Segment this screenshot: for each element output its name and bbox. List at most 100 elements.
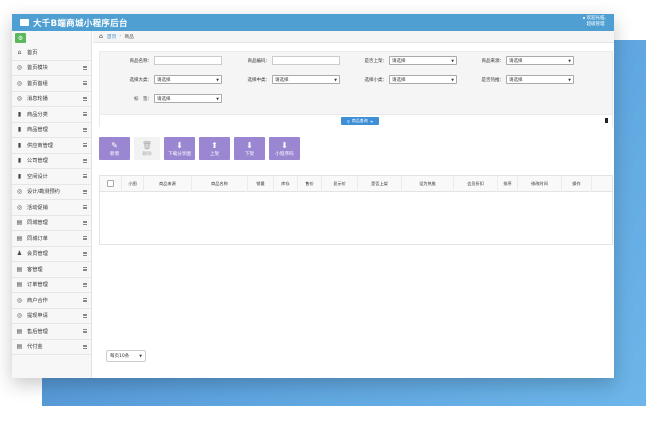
sidebar-item[interactable]: ▮ 空间设计	[12, 169, 91, 185]
action-icon: ✎	[111, 140, 118, 150]
menu-icon: ◎	[16, 312, 23, 320]
action-button[interactable]: ⬇ 小程序码	[269, 137, 300, 160]
action-button[interactable]: ⬆ 上架	[199, 137, 230, 160]
action-button[interactable]: 🗑 删除	[134, 137, 160, 160]
sidebar-item[interactable]: ▤ 同城管理	[12, 216, 91, 231]
sidebar-item[interactable]: ▤ 同城订单	[12, 231, 91, 247]
sidebar-item-label: 供应商管理	[27, 142, 53, 149]
action-button[interactable]: ⬇ 下载分享图	[164, 137, 195, 160]
sidebar-item-label: 客管理	[27, 266, 43, 273]
hot-label: 是否热推：	[481, 77, 505, 83]
sidebar-item-label: 商品分类	[27, 111, 48, 118]
menu-icon: ◎	[16, 79, 23, 87]
sidebar-item-label: 活动促销	[27, 204, 48, 211]
sidebar-item[interactable]: ◎ 消息轮播	[12, 92, 91, 107]
sidebar-item[interactable]: ▤ 代付金	[12, 340, 91, 355]
sidebar-item-label: 首页模块	[27, 65, 48, 72]
bullet-icon	[582, 16, 585, 19]
user-info[interactable]: 欢迎光临, 超级管理	[582, 16, 606, 28]
column-header[interactable]: 小图	[122, 175, 144, 192]
product-code-input[interactable]	[272, 56, 340, 65]
onsale-label: 是否上架：	[364, 58, 388, 64]
column-header[interactable]: 商品来源	[144, 175, 192, 192]
product-name-input[interactable]	[154, 56, 222, 65]
sidebar-item[interactable]: ♟ 会员管理	[12, 247, 91, 262]
cat-big-label: 选择大类：	[129, 77, 153, 83]
sidebar-item-label: 空间设计	[27, 173, 48, 180]
home-icon[interactable]: ⌂	[99, 33, 103, 40]
column-header[interactable]: 修改时间	[518, 175, 562, 192]
select-all-cell	[100, 175, 122, 192]
sidebar-toggle[interactable]: ⚙	[12, 31, 91, 45]
sidebar-item[interactable]: ▤ 客管理	[12, 262, 91, 278]
sidebar: ⚙ ⌂ 首页 ◎ 首页模块 ◎ 首页首组 ◎ 消息轮播 ▮ 商品分类 ▮ 商品管理 ▮ 供应商管理 ▮ 公司管…	[12, 31, 92, 378]
sidebar-item-label: 订单管理	[27, 282, 48, 289]
sidebar-item[interactable]: ◎ 活动促销	[12, 200, 91, 216]
hamburger-icon	[83, 329, 87, 333]
tag-select[interactable]: 请选择 ▼	[154, 94, 222, 103]
onsale-select[interactable]: 请选择 ▼	[389, 56, 457, 65]
product-table: 小图 商品来源 商品名称 销量 库存 售价 显示价 是否上架 设为热推 会员折扣 排序 修改时间 操作 …	[99, 175, 613, 362]
hamburger-icon	[83, 81, 87, 85]
sidebar-item[interactable]: ◎ 提现申请	[12, 309, 91, 324]
chevron-down-icon: ▼	[216, 96, 219, 101]
field-cat-big: 选择大类： 请选择 ▼	[120, 75, 222, 84]
column-header[interactable]: 显示价	[322, 175, 358, 192]
page-size-select[interactable]: 每页10条 ▼	[106, 350, 146, 362]
sidebar-item[interactable]: ⌂ 首页	[12, 45, 91, 61]
sidebar-item[interactable]: ◎ 商户合作	[12, 293, 91, 309]
cat-mid-select[interactable]: 请选择 ▼	[272, 75, 340, 84]
select-all-checkbox[interactable]	[107, 180, 114, 187]
stage: 大千B端商城小程序后台 欢迎光临, 超级管理 ⚙ ⌂ 首页 ◎ 首页模块 ◎ 首页首组 ◎ 消…	[0, 0, 664, 437]
menu-icon: ◎	[16, 64, 23, 72]
menu-icon: ▤	[16, 234, 23, 242]
sidebar-item[interactable]: ▤ 售后管理	[12, 324, 91, 340]
source-select[interactable]: 请选择 ▼	[506, 56, 574, 65]
field-hot: 是否热推： 请选择 ▼	[472, 75, 574, 84]
sidebar-item-label: 商品管理	[27, 127, 48, 134]
column-header[interactable]: 库存	[274, 175, 298, 192]
sidebar-item-label: 首页首组	[27, 80, 48, 87]
sidebar-item-label: 设计/勘测预约	[27, 189, 60, 196]
cat-mid-select-value: 请选择	[275, 77, 289, 83]
sidebar-item[interactable]: ◎ 首页模块	[12, 61, 91, 76]
sidebar-item[interactable]: ▤ 订单管理	[12, 278, 91, 293]
menu-icon: ⌂	[17, 48, 22, 56]
column-header[interactable]: 会员折扣	[454, 175, 498, 192]
menu-icon: ▮	[17, 110, 22, 118]
cat-big-select-value: 请选择	[157, 77, 171, 83]
bookmark-icon[interactable]	[605, 118, 608, 123]
hot-select[interactable]: 请选择 ▼	[506, 75, 574, 84]
tag-label: 标 签：	[134, 96, 152, 102]
sidebar-item[interactable]: ▮ 供应商管理	[12, 138, 91, 154]
sidebar-item[interactable]: ◎ 设计/勘测预约	[12, 185, 91, 200]
column-header[interactable]: 操作	[562, 175, 592, 192]
column-header[interactable]: 排序	[498, 175, 518, 192]
cat-small-select[interactable]: 请选择 ▼	[389, 75, 457, 84]
sidebar-item-label: 同城订单	[27, 235, 48, 242]
column-header[interactable]: 售价	[298, 175, 322, 192]
column-header[interactable]: 商品名称	[192, 175, 248, 192]
action-icon: ⬆	[211, 140, 218, 150]
user-greeting: 欢迎光临,	[586, 16, 606, 21]
sidebar-item-label: 代付金	[27, 344, 43, 351]
sidebar-item[interactable]: ◎ 首页首组	[12, 76, 91, 92]
sidebar-item[interactable]: ▮ 公司管理	[12, 154, 91, 169]
sidebar-item-label: 售后管理	[27, 328, 48, 335]
action-button[interactable]: ⬇ 下架	[234, 137, 265, 160]
action-label: 小程序码	[275, 151, 294, 157]
sidebar-item[interactable]: ▮ 商品管理	[12, 123, 91, 138]
cat-big-select[interactable]: 请选择 ▼	[154, 75, 222, 84]
search-button[interactable]: ⚲ 商品查询 ➜	[341, 117, 379, 125]
sidebar-item[interactable]: ▮ 商品分类	[12, 107, 91, 123]
hamburger-icon	[83, 313, 87, 318]
search-bar: ⚲ 商品查询 ➜	[99, 115, 613, 127]
field-cat-small: 选择小类： 请选择 ▼	[355, 75, 457, 84]
column-header[interactable]: 设为热推	[402, 175, 454, 192]
settings-icon[interactable]: ⚙	[15, 33, 26, 43]
breadcrumb-home-link[interactable]: 首页	[107, 33, 117, 40]
column-header[interactable]: 销量	[248, 175, 274, 192]
column-header[interactable]: 是否上架	[358, 175, 402, 192]
source-label: 商品来源：	[481, 58, 505, 64]
action-button[interactable]: ✎ 新增	[99, 137, 130, 160]
